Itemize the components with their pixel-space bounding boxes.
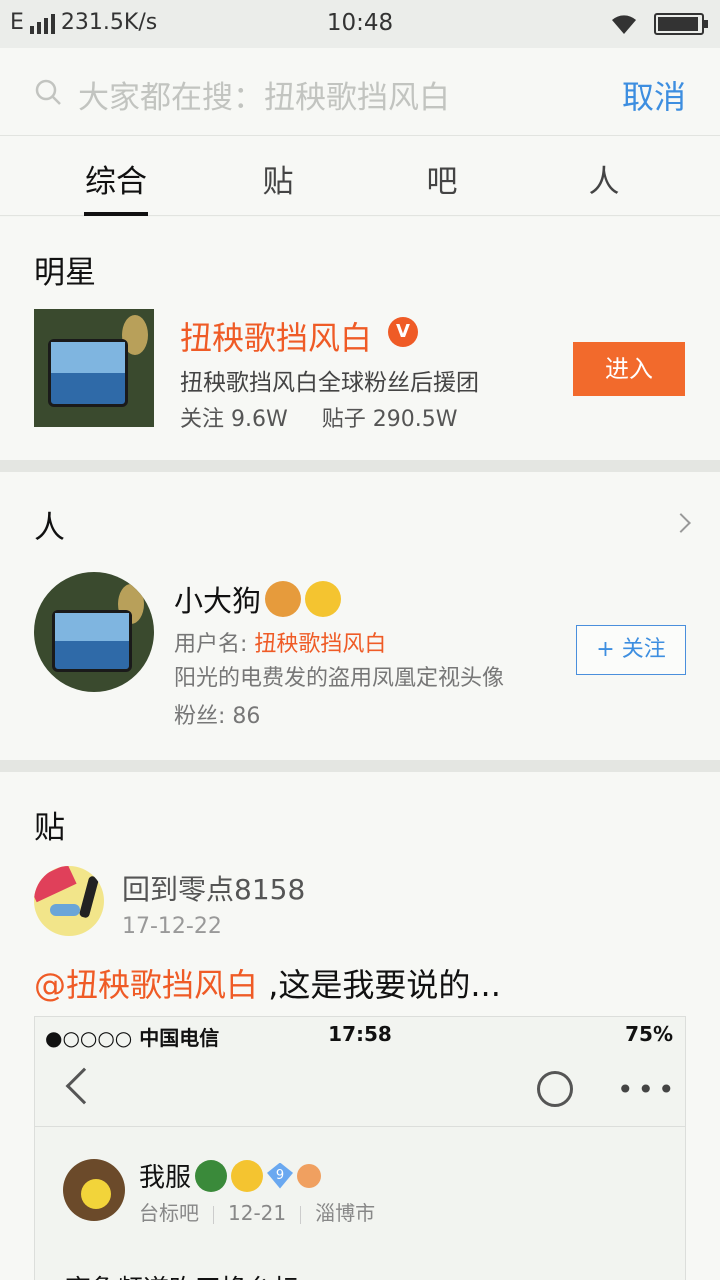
divider xyxy=(0,460,720,472)
share-icon xyxy=(537,1071,573,1107)
tab-posts[interactable]: 贴 xyxy=(208,156,348,201)
post-author[interactable]: 回到零点8158 xyxy=(122,868,305,908)
embedded-author-name: 我服 xyxy=(139,1163,192,1193)
dog-emoji-icon xyxy=(265,581,302,617)
star-description: 扭秧歌挡风白全球粉丝后援团 xyxy=(180,370,479,396)
embedded-forum: 台标吧 xyxy=(139,1201,199,1225)
battery-icon xyxy=(654,13,708,35)
star-stats: 关注 9.6W 贴子 290.5W xyxy=(180,401,457,433)
chevron-right-icon[interactable] xyxy=(671,513,691,533)
wink-emoji-icon xyxy=(305,581,342,617)
verified-badge-icon: V xyxy=(388,317,418,347)
embedded-time: 17:58 xyxy=(328,1022,392,1046)
section-title-posts: 贴 xyxy=(34,810,65,846)
tab-forums[interactable]: 吧 xyxy=(372,156,512,201)
divider xyxy=(0,760,720,772)
person-name[interactable]: 小大狗 xyxy=(174,578,342,620)
embedded-nav: ••• xyxy=(35,1051,685,1127)
person-fans: 粉丝: 86 xyxy=(174,704,261,729)
post-section: 贴 回到零点8158 17-12-22 @扭秧歌挡风白 ,这是我要说的... ●… xyxy=(0,772,720,1280)
post-text[interactable]: @扭秧歌挡风白 ,这是我要说的... xyxy=(34,960,501,1006)
star-posts: 贴子 290.5W xyxy=(321,407,458,432)
tab-all[interactable]: 综合 xyxy=(46,156,186,201)
star-followers: 关注 9.6W xyxy=(180,407,288,432)
star-section: 明星 扭秧歌挡风白 V 扭秧歌挡风白全球粉丝后援团 关注 9.6W 贴子 290.… xyxy=(0,217,720,460)
person-bio: 阳光的电费发的盗用凤凰定视头像 xyxy=(174,666,505,691)
embedded-battery: 75% xyxy=(625,1022,673,1046)
person-username: 用户名: 扭秧歌挡风白 xyxy=(174,626,386,658)
follow-button[interactable]: + 关注 xyxy=(576,625,686,675)
embedded-date: 12-21 xyxy=(228,1201,287,1225)
username-value: 扭秧歌挡风白 xyxy=(254,632,387,657)
tree-emoji-icon xyxy=(195,1159,228,1192)
active-tab-indicator xyxy=(84,212,148,216)
more-icon: ••• xyxy=(617,1073,679,1106)
back-arrow-icon xyxy=(65,1067,103,1105)
post-image[interactable]: ●○○○○ 中国电信 17:58 75% ••• 我服 9 台标吧 12-21 淄博… xyxy=(34,1016,686,1280)
post-body: ,这是我要说的... xyxy=(258,966,501,1004)
star-avatar[interactable] xyxy=(34,309,154,427)
wifi-icon xyxy=(612,15,636,34)
person-name-text: 小大狗 xyxy=(174,584,262,618)
game-badge-icon xyxy=(297,1163,322,1188)
person-avatar[interactable] xyxy=(34,572,154,692)
username-label: 用户名: xyxy=(174,632,255,657)
post-date: 17-12-22 xyxy=(122,914,222,939)
embedded-location: 淄博市 xyxy=(315,1201,376,1225)
search-icon xyxy=(35,79,61,105)
embedded-avatar xyxy=(63,1159,125,1221)
smile-emoji-icon xyxy=(231,1159,264,1192)
search-input[interactable]: 大家都在搜：扭秧歌挡风白 xyxy=(78,72,450,117)
post-mention[interactable]: @扭秧歌挡风白 xyxy=(34,966,258,1004)
embedded-meta: 台标吧 12-21 淄博市 xyxy=(139,1197,375,1226)
embedded-body: 齐鲁频道昨天换台标 xyxy=(65,1269,299,1280)
level-badge-icon: 9 xyxy=(267,1162,294,1189)
section-title-people: 人 xyxy=(34,510,65,546)
post-author-avatar[interactable] xyxy=(34,866,104,936)
star-name[interactable]: 扭秧歌挡风白 xyxy=(180,313,372,359)
tab-people[interactable]: 人 xyxy=(534,156,674,201)
search-tabs: 综合 贴 吧 人 xyxy=(0,136,720,216)
section-title-star: 明星 xyxy=(34,255,96,291)
enter-button[interactable]: 进入 xyxy=(573,342,685,396)
embedded-status-bar: ●○○○○ 中国电信 17:58 75% xyxy=(35,1017,685,1051)
embedded-author: 我服 9 xyxy=(139,1157,322,1194)
cancel-button[interactable]: 取消 xyxy=(622,72,686,118)
status-bar: E 231.5K/s 10:48 xyxy=(0,0,720,48)
people-section: 人 小大狗 用户名: 扭秧歌挡风白 阳光的电费发的盗用凤凰定视头像 粉丝: 86… xyxy=(0,472,720,760)
search-bar: 大家都在搜：扭秧歌挡风白 取消 xyxy=(0,48,720,136)
